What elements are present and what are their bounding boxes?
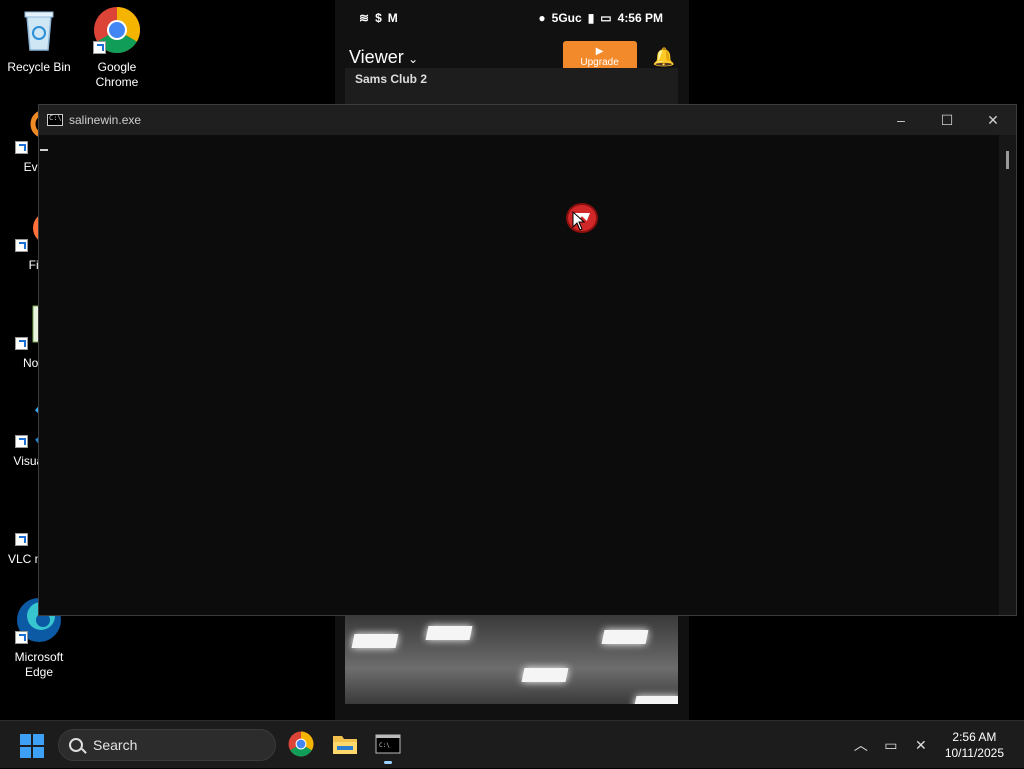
bell-icon[interactable]: 🔔 [653, 47, 675, 68]
desktop-icon-label: Microsoft Edge [14, 650, 64, 679]
console-title: salinewin.exe [69, 113, 142, 127]
search-icon [69, 738, 83, 752]
search-label: Search [93, 737, 138, 753]
minimize-button[interactable]: – [878, 105, 924, 135]
folder-icon [333, 736, 357, 754]
camera-image[interactable] [345, 616, 678, 704]
upgrade-label: Upgrade [580, 57, 619, 68]
shortcut-arrow-icon [15, 631, 28, 644]
minimize-icon: – [897, 112, 905, 128]
console-window[interactable]: salinewin.exe – ☐ ✕ [38, 104, 1017, 616]
svg-text:C:\: C:\ [379, 742, 390, 749]
phone-bottom-nav[interactable] [335, 704, 689, 720]
shortcut-arrow-icon [15, 533, 28, 546]
ceiling-light [521, 668, 569, 682]
volume-muted-icon[interactable]: ✕ [913, 737, 929, 753]
location-icon: ● [538, 11, 546, 25]
taskbar-console-button[interactable]: C:\ [375, 731, 401, 757]
shortcut-arrow-icon [93, 41, 106, 54]
taskbar-file-explorer-button[interactable] [332, 731, 358, 757]
recycle-bin-icon [15, 6, 63, 54]
gmail-icon: M [387, 11, 398, 25]
taskbar: Search C:\ ︿ ▭ ✕ 2:56 AM 10/11/2025 [0, 720, 1024, 768]
terminal-icon: C:\ [375, 734, 401, 754]
phone-clock: 4:56 PM [617, 11, 663, 25]
ceiling-light [601, 630, 649, 644]
chrome-icon [93, 6, 141, 54]
chevron-down-icon: ⌄ [408, 51, 419, 66]
phone-status-bar: ≋ $ M ● 5Guc ▮ ▭ 4:56 PM [335, 0, 689, 36]
camera-title: Sams Club 2 [355, 72, 428, 86]
shortcut-arrow-icon [15, 141, 28, 154]
ceiling-light [351, 634, 399, 648]
taskbar-chrome-button[interactable] [288, 731, 314, 757]
ceiling-light [633, 696, 678, 704]
maximize-icon: ☐ [940, 111, 954, 128]
windows-logo-icon [20, 734, 31, 745]
shortcut-arrow-icon [15, 239, 28, 252]
window-controls: – ☐ ✕ [878, 105, 1016, 135]
battery-icon: ▭ [600, 11, 612, 25]
desktop-icon-label: Recycle Bin [7, 60, 71, 74]
console-icon [47, 114, 63, 126]
clock-time: 2:56 AM [952, 730, 997, 744]
display-icon[interactable]: ▭ [883, 737, 899, 753]
start-button[interactable] [20, 734, 44, 758]
taskbar-search-box[interactable]: Search [58, 729, 276, 761]
windows-logo-icon [20, 747, 31, 758]
scrollbar-thumb[interactable] [1006, 151, 1009, 169]
desktop: Recycle Bin Google Chrome Every Fire [0, 0, 1024, 720]
desktop-icon-recycle-bin[interactable]: Recycle Bin [0, 6, 78, 75]
maximize-button[interactable]: ☐ [924, 105, 970, 135]
chrome-icon [288, 731, 314, 757]
network-type: 5Guc [551, 11, 582, 25]
taskbar-clock[interactable]: 2:56 AM 10/11/2025 [945, 729, 1004, 761]
windows-logo-icon [33, 747, 44, 758]
dollar-icon: $ [375, 11, 382, 25]
system-tray: ︿ ▭ ✕ 2:56 AM 10/11/2025 [839, 721, 1004, 769]
signal-icon: ▮ [587, 11, 595, 25]
clock-date: 10/11/2025 [944, 746, 1004, 760]
active-app-indicator [384, 761, 392, 764]
console-titlebar[interactable]: salinewin.exe – ☐ ✕ [39, 105, 1016, 135]
windows-logo-icon [33, 734, 44, 745]
viewer-menu[interactable]: Viewer ⌄ [349, 47, 418, 68]
ceiling-light [425, 626, 473, 640]
text-cursor [40, 149, 48, 151]
shortcut-arrow-icon [15, 435, 28, 448]
shortcut-arrow-icon [15, 337, 28, 350]
wifi-icon: ≋ [359, 11, 370, 25]
chevron-up-icon[interactable]: ︿ [853, 737, 869, 753]
vertical-scrollbar[interactable] [999, 135, 1016, 615]
desktop-icon-google-chrome[interactable]: Google Chrome [78, 6, 156, 90]
app-title: Viewer [349, 46, 404, 67]
close-button[interactable]: ✕ [970, 105, 1016, 135]
close-icon: ✕ [987, 111, 999, 128]
mouse-pointer-icon [572, 211, 586, 231]
desktop-icon-label: Google Chrome [95, 60, 139, 89]
